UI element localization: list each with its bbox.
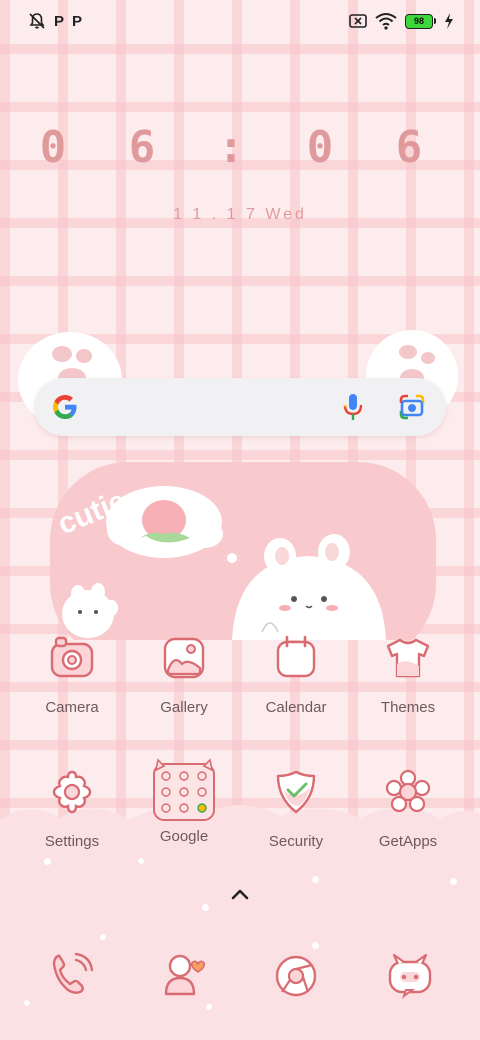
chevron-up-icon[interactable] [228, 884, 252, 904]
app-label: Themes [380, 699, 436, 716]
decor-dot [44, 858, 51, 865]
themes-icon [386, 638, 430, 678]
app-settings[interactable]: Settings [22, 768, 122, 850]
decor-dot [202, 904, 209, 911]
app-getapps[interactable]: GetApps [358, 768, 458, 850]
sim-none-icon [349, 14, 367, 28]
app-security[interactable]: Security [246, 768, 346, 850]
phone-icon[interactable] [48, 950, 96, 998]
messaging-icon[interactable] [386, 952, 434, 1000]
battery-indicator: 98 [405, 13, 436, 29]
settings-icon [52, 770, 92, 814]
clock-date[interactable]: 1 1 . 1 7 Wed [0, 206, 480, 224]
google-folder-icon [153, 758, 215, 821]
clock-time[interactable]: 0 6 : 0 6 [0, 122, 480, 173]
app-label: Camera [45, 699, 99, 716]
calendar-icon [276, 635, 316, 678]
app-calendar[interactable]: Calendar [246, 634, 346, 716]
gallery-icon [163, 637, 205, 679]
app-label: Gallery [160, 699, 208, 716]
camera-icon [50, 636, 94, 678]
google-lens-icon[interactable] [398, 393, 426, 421]
voice-search-icon[interactable] [340, 392, 366, 422]
decor-dot [450, 878, 457, 885]
decor-dot [24, 1000, 30, 1006]
app-gallery[interactable]: Gallery [134, 634, 234, 716]
notifications-off-icon [29, 13, 45, 29]
contacts-icon[interactable] [160, 950, 208, 998]
app-google-folder[interactable]: Google [134, 758, 234, 845]
wifi-icon [375, 13, 397, 30]
decor-dot [312, 876, 319, 883]
charging-icon [445, 13, 453, 29]
app-label: Google [159, 828, 209, 845]
decor-dot [206, 1004, 212, 1010]
app-label: Settings [44, 833, 100, 850]
decor-dot [312, 942, 319, 949]
browser-icon[interactable] [272, 952, 320, 1000]
decor-dot [100, 934, 106, 940]
app-label: Security [268, 833, 324, 850]
app-themes[interactable]: Themes [358, 634, 458, 716]
status-bar: P P 98 [0, 0, 480, 44]
app-camera[interactable]: Camera [22, 634, 122, 716]
security-icon [276, 770, 316, 814]
google-search-bar[interactable] [34, 378, 446, 436]
cute-bunny-widget[interactable]: cutie [0, 320, 480, 640]
decor-dot [138, 858, 144, 864]
status-letter: P [54, 12, 65, 30]
getapps-icon [385, 769, 431, 813]
app-label: GetApps [378, 833, 438, 850]
google-logo-icon [53, 395, 77, 419]
status-letter: P [72, 12, 83, 30]
app-label: Calendar [265, 699, 327, 716]
battery-level: 98 [405, 13, 433, 29]
